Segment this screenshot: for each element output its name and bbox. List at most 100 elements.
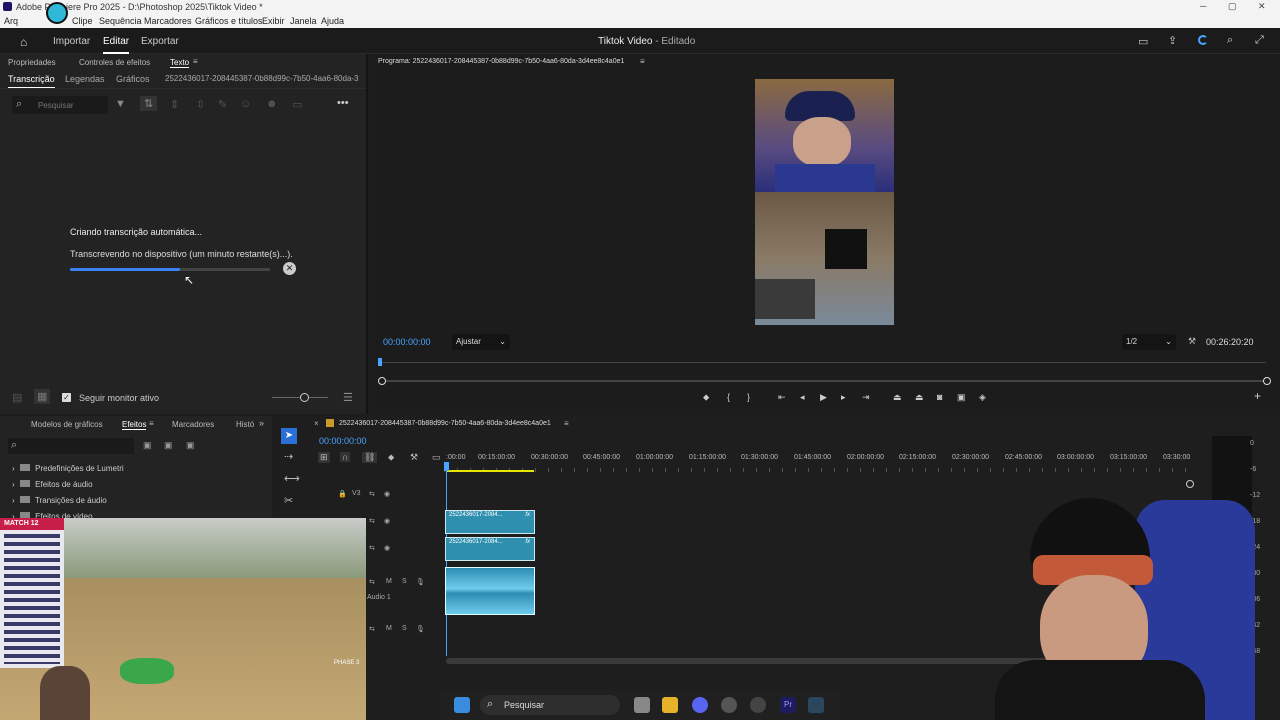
accelerated-icon[interactable]: ▣	[143, 440, 152, 451]
video-clip-v2[interactable]: 2522436017-2084... fx	[445, 510, 535, 534]
search-field[interactable]: ⌕	[12, 96, 108, 114]
menu-arquivo[interactable]: Arq	[4, 16, 18, 26]
captions-track-icon[interactable]: ▭	[432, 452, 441, 463]
camera-icon[interactable]: ◙	[937, 392, 942, 402]
search-icon[interactable]: ⌕	[1227, 34, 1233, 47]
mark-in-icon[interactable]: {	[727, 392, 730, 402]
play-icon[interactable]: ▶	[820, 392, 827, 403]
snap-icon[interactable]: ∩	[340, 452, 351, 462]
search-input[interactable]	[38, 98, 104, 112]
effects-menu-icon[interactable]: ≡	[149, 419, 154, 428]
razor-tool-icon[interactable]: ✂	[284, 494, 293, 507]
menu-sequencia[interactable]: Sequência	[99, 16, 142, 26]
mic-icon[interactable]: 🎙	[416, 578, 425, 586]
lock-icon[interactable]: 🔒	[338, 490, 347, 498]
effects-tree-item[interactable]: › Transições de áudio	[12, 496, 107, 505]
tab-editar[interactable]: Editar	[103, 36, 130, 54]
lift-icon[interactable]: ⏏	[893, 392, 902, 403]
extract-icon[interactable]: ⏏	[915, 392, 924, 403]
eye-icon[interactable]: ◉	[384, 490, 390, 498]
settings-sliders-icon[interactable]: ☰	[343, 391, 353, 404]
sync-lock-icon[interactable]: ⇆	[369, 544, 375, 552]
add-button-icon[interactable]: +	[1254, 389, 1261, 403]
timeline-menu-icon[interactable]: ≡	[564, 419, 569, 428]
tab-propriedades[interactable]: Propriedades	[8, 58, 56, 67]
tab-historico[interactable]: Histó	[236, 420, 254, 429]
vr-icon[interactable]: ◈	[979, 392, 986, 403]
grid-view-icon[interactable]: ▦	[34, 389, 51, 404]
scrub-start-handle[interactable]	[378, 377, 386, 385]
premiere-taskbar-icon[interactable]: Pr	[780, 697, 796, 713]
step-forward-icon[interactable]: ▸	[841, 392, 846, 403]
panel-menu-icon[interactable]: ≡	[193, 57, 198, 66]
tab-texto[interactable]: Texto	[170, 58, 190, 68]
nest-icon[interactable]: ⊞	[318, 452, 330, 463]
task-view-icon[interactable]	[634, 697, 650, 713]
program-menu-icon[interactable]: ≡	[640, 57, 645, 66]
discord-icon[interactable]	[692, 697, 708, 713]
step-back-icon[interactable]: ◂	[800, 392, 805, 403]
effects-search-field[interactable]: ⌕	[8, 438, 134, 454]
tab-graficos[interactable]: Gráficos	[116, 74, 150, 84]
sync-lock-icon[interactable]: ⇆	[369, 517, 375, 525]
tab-efeitos[interactable]: Efeitos	[122, 420, 147, 430]
timeline-timecode[interactable]: 00:00:00:00	[319, 436, 367, 446]
tab-transcricao[interactable]: Transcrição	[8, 74, 55, 88]
track-select-icon[interactable]: ⇢	[284, 450, 293, 463]
progress-icon[interactable]	[1198, 35, 1208, 45]
go-to-in-icon[interactable]: ⇤	[778, 392, 786, 403]
tab-controles-efeitos[interactable]: Controles de efeitos	[79, 58, 150, 67]
close-sequence-icon[interactable]: ×	[314, 419, 319, 428]
pencil-icon[interactable]: ✎	[218, 98, 227, 111]
scrub-end-handle[interactable]	[1263, 377, 1271, 385]
tab-importar[interactable]: Importar	[53, 36, 90, 47]
menu-clipe[interactable]: Clipe	[72, 16, 93, 26]
timeline-sequence-tab[interactable]: 2522436017-208445387-0b88d99c-7b50-4aa6-…	[339, 420, 551, 427]
mini-ruler[interactable]	[380, 362, 1266, 363]
menu-janela[interactable]: Janela	[290, 16, 317, 26]
mini-playhead[interactable]	[378, 358, 382, 366]
sync-lock-icon[interactable]: ⇆	[369, 578, 375, 586]
windows-start-icon[interactable]	[454, 697, 470, 713]
zoom-slider-handle[interactable]	[300, 393, 309, 402]
mark-out-icon[interactable]: }	[747, 392, 750, 402]
mute-label[interactable]: M	[386, 625, 392, 632]
time-ruler[interactable]: :00:00 00:15:00:00 00:30:00:00 00:45:00:…	[446, 454, 1191, 468]
video-clip-v1[interactable]: 2522436017-2084... fx	[445, 537, 535, 561]
selection-tool-icon[interactable]: ➤	[281, 428, 297, 444]
home-icon[interactable]: ⌂	[20, 35, 27, 49]
effects-tree-item[interactable]: › Efeitos de áudio	[12, 480, 93, 489]
close-icon[interactable]: ✕	[1258, 1, 1266, 12]
32bit-icon[interactable]: ▣	[164, 440, 173, 451]
filter-icon[interactable]: ▼	[115, 98, 126, 110]
eye-icon[interactable]: ◉	[384, 517, 390, 525]
compare-icon[interactable]: ▣	[957, 392, 966, 403]
program-timecode[interactable]: 00:00:00:00	[383, 337, 431, 347]
captions-icon[interactable]: ▭	[292, 98, 302, 111]
share-icon[interactable]: ⇪	[1168, 34, 1177, 47]
timeline-settings-icon[interactable]: ⚒	[410, 452, 418, 463]
v-scroll-handle[interactable]	[1186, 480, 1194, 488]
speakers-icon[interactable]: ☻	[266, 98, 278, 110]
solo-label[interactable]: S	[402, 578, 407, 585]
tab-modelos-graficos[interactable]: Modelos de gráficos	[31, 420, 103, 429]
mute-label[interactable]: M	[386, 578, 392, 585]
yuv-icon[interactable]: ▣	[186, 440, 195, 451]
audio-clip-a1[interactable]	[445, 567, 535, 615]
more-icon[interactable]: •••	[337, 97, 349, 109]
marker-icon[interactable]: ⬥	[703, 392, 709, 403]
maximize-icon[interactable]: ▢	[1228, 1, 1237, 12]
sync-lock-icon[interactable]: ⇆	[369, 490, 375, 498]
scrub-bar[interactable]	[382, 380, 1268, 382]
app-icon[interactable]	[721, 697, 737, 713]
workspace-icon[interactable]: ▭	[1138, 35, 1148, 48]
mic-icon[interactable]: 🎙	[416, 625, 425, 633]
tab-exportar[interactable]: Exportar	[141, 36, 179, 47]
add-marker-icon[interactable]: ⬥	[388, 452, 394, 463]
effects-tree-item[interactable]: › Predefinições de Lumetri	[12, 464, 124, 473]
linked-selection-icon[interactable]: ⛓	[362, 452, 378, 463]
taskbar-search[interactable]: ⌕ Pesquisar	[480, 695, 620, 715]
follow-monitor-checkbox[interactable]: ✓	[62, 393, 71, 402]
work-area-bar[interactable]	[446, 470, 534, 472]
ripple-edit-icon[interactable]: ⟷	[284, 472, 300, 485]
